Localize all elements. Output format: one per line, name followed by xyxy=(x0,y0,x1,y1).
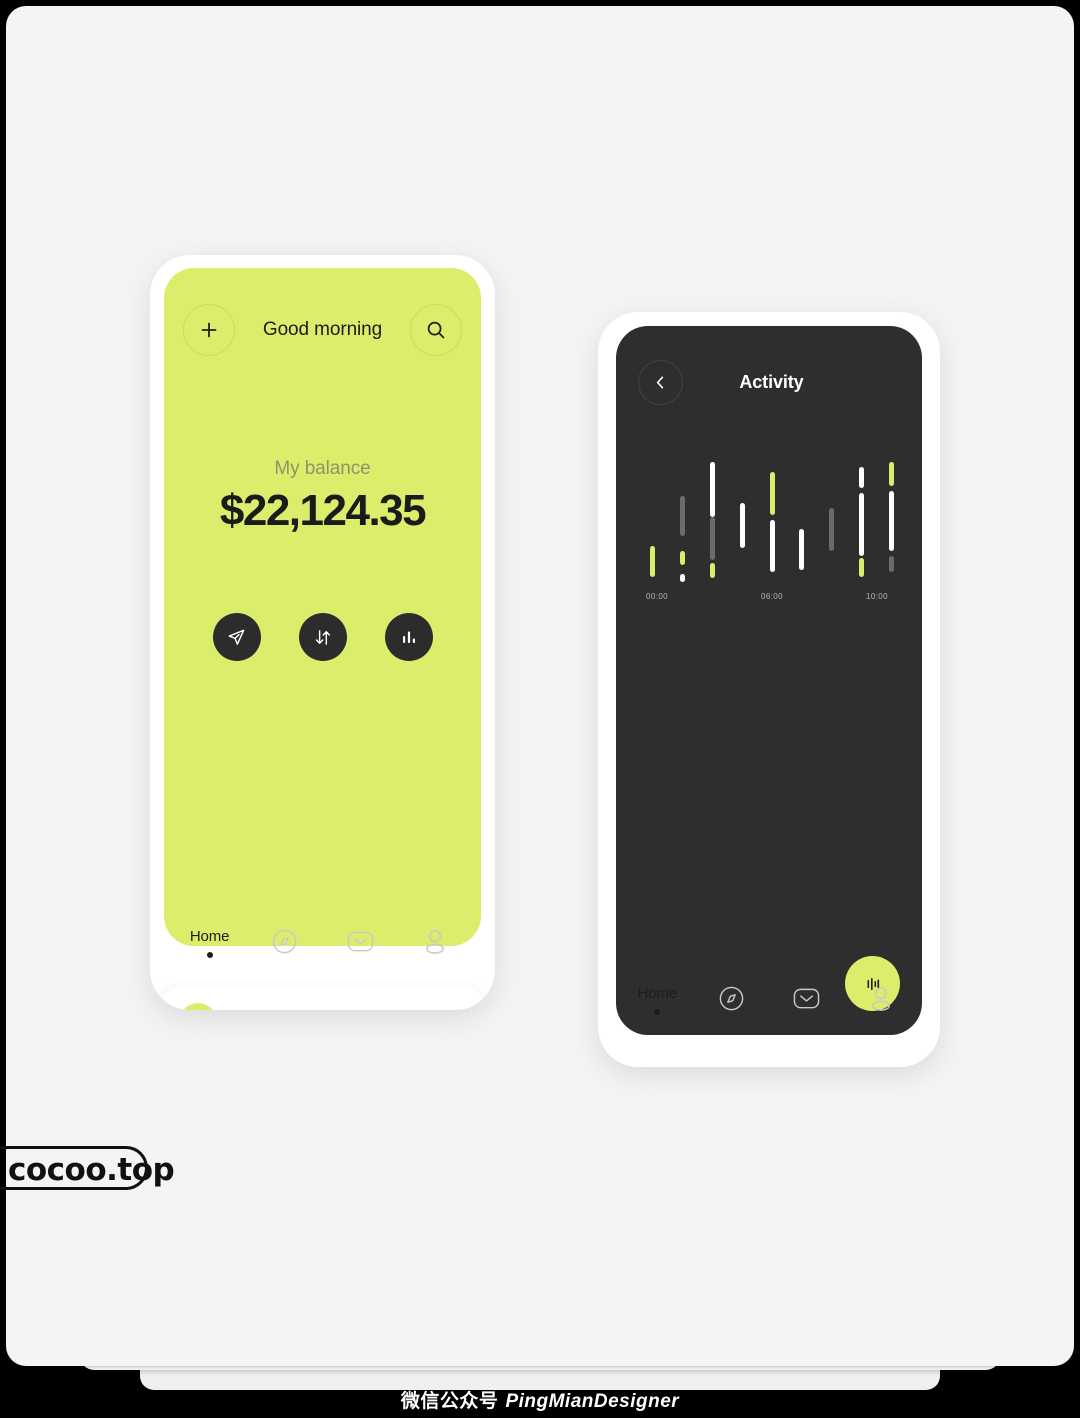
logo-text: cocoo.top xyxy=(8,1152,175,1188)
quick-actions xyxy=(164,613,481,661)
footer-watermark: 微信公众号 PingMianDesigner xyxy=(0,1386,1080,1413)
balance-label: My balance xyxy=(274,458,371,479)
chart-candle xyxy=(888,462,894,582)
chart-candle xyxy=(739,462,745,582)
compass-icon xyxy=(719,986,744,1011)
nav-item-profile[interactable] xyxy=(404,928,466,955)
activity-title: Activity xyxy=(739,372,804,392)
send-icon xyxy=(228,629,245,645)
chart-candle xyxy=(858,462,864,582)
balance-amount: $22,124.35 xyxy=(219,486,427,535)
nav-item-explore[interactable] xyxy=(701,985,763,1012)
balance-hero-card: Good morning My balance $22,124.35 xyxy=(164,268,481,946)
activity-candle-chart[interactable] xyxy=(638,462,906,582)
active-dot-indicator xyxy=(206,952,213,958)
active-dot-indicator xyxy=(654,1009,661,1015)
chart-candle-segment xyxy=(709,517,715,561)
search-button[interactable] xyxy=(409,304,462,356)
chart-candle-segment xyxy=(769,519,775,573)
phone-activity-mockup: Activity 00:00 06:00 10:00 Home xyxy=(598,312,940,1067)
chevron-left-icon xyxy=(656,376,664,389)
chart-candle-segment xyxy=(858,493,864,556)
chart-candle-segment xyxy=(680,495,686,537)
chart-candle-segment xyxy=(799,529,805,570)
chart-candle-segment xyxy=(680,550,686,566)
chart-candle xyxy=(769,462,775,582)
nav-item-explore[interactable] xyxy=(254,928,316,955)
swap-button[interactable] xyxy=(298,613,347,661)
mail-icon xyxy=(793,988,820,1009)
chart-candle-segment xyxy=(888,490,894,551)
chart-candle xyxy=(709,462,715,582)
chart-candle-segment xyxy=(829,507,835,551)
footer-cn-text: 微信公众号 xyxy=(400,1390,506,1412)
bottom-nav-activity: Home xyxy=(598,957,940,1067)
chart-candle xyxy=(829,462,835,582)
compass-icon xyxy=(273,929,297,954)
nav-item-profile[interactable] xyxy=(850,985,912,1012)
nav-item-home[interactable]: Home xyxy=(626,985,688,1015)
home-header: Good morning xyxy=(164,304,481,356)
chart-candle-segment xyxy=(858,558,864,578)
greeting-text: Good morning xyxy=(262,319,383,340)
activity-dark-panel: Activity 00:00 06:00 10:00 xyxy=(616,326,922,1035)
chart-candle-segment xyxy=(680,573,686,582)
plus-icon xyxy=(201,322,217,338)
chart-candle-segment xyxy=(888,555,894,573)
nav-item-mail[interactable] xyxy=(775,985,837,1012)
send-button[interactable] xyxy=(212,613,261,661)
tick-label: 06:00 xyxy=(760,592,784,601)
chart-candle-segment xyxy=(709,462,715,518)
person-icon xyxy=(871,987,890,1011)
bar-chart-icon xyxy=(402,631,415,643)
stats-button[interactable] xyxy=(384,613,433,661)
chart-candle xyxy=(799,462,805,582)
activity-header: Activity xyxy=(616,360,922,405)
chart-candle xyxy=(680,462,686,582)
tick-label: 10:00 xyxy=(865,592,888,601)
nav-home-label: Home xyxy=(189,928,230,945)
chart-candle-segment xyxy=(858,466,864,489)
chart-candle-segment xyxy=(739,502,745,549)
tick-label: 00:00 xyxy=(646,592,669,601)
swap-icon xyxy=(315,629,331,645)
search-icon xyxy=(427,321,445,339)
chart-axis-ticks: 00:00 06:00 10:00 xyxy=(638,592,906,601)
person-icon xyxy=(426,930,445,954)
nav-home-label: Home xyxy=(637,985,678,1002)
add-button[interactable] xyxy=(183,304,235,356)
chart-candle xyxy=(650,462,656,582)
chart-candle-segment xyxy=(709,562,715,579)
nav-item-home[interactable]: Home xyxy=(179,928,241,958)
back-button[interactable] xyxy=(638,360,683,405)
cocoo-logo: cocoo.top xyxy=(0,1146,175,1190)
mail-icon xyxy=(347,931,373,952)
nav-item-mail[interactable] xyxy=(329,928,391,955)
canvas: Good morning My balance $22,124.35 Home … xyxy=(0,0,1080,1418)
chart-candle-segment xyxy=(769,471,775,515)
footer-en-text: PingMianDesigner xyxy=(505,1391,680,1412)
bottom-nav-home: Home xyxy=(150,900,495,1010)
phone-home-mockup: Good morning My balance $22,124.35 Home xyxy=(150,255,495,1010)
chart-candle-segment xyxy=(888,462,894,486)
chart-candle-segment xyxy=(650,546,656,578)
